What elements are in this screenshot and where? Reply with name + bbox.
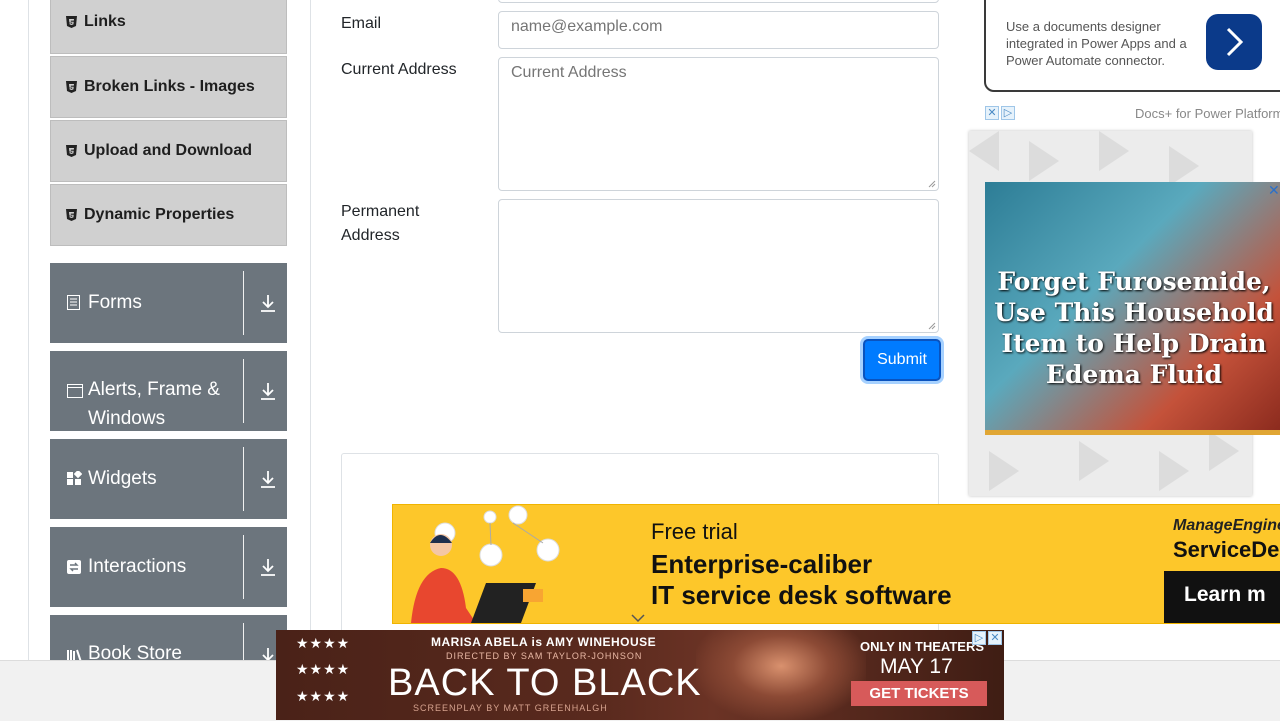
resize-grip-icon[interactable] [928, 180, 936, 188]
sidebar-group-book-store[interactable]: Book Store [50, 615, 287, 660]
sidebar-item-broken-links[interactable]: Broken Links - Images [50, 56, 287, 118]
person-laptop-illustration [411, 505, 560, 623]
learn-more-button[interactable]: Learn m [1164, 571, 1280, 623]
full-name-input-edge[interactable] [498, 0, 939, 3]
movie-only-in-theaters: ONLY IN THEATERS [860, 639, 985, 654]
current-address-textarea[interactable]: Current Address [498, 57, 939, 191]
sidebar-group-forms[interactable]: Forms [50, 263, 287, 343]
resize-grip-icon[interactable] [928, 322, 936, 330]
movie-director: DIRECTED BY SAM TAYLOR-JOHNSON [446, 651, 643, 661]
servicedesk-line3: IT service desk software [651, 580, 952, 610]
sidebar-group-widgets[interactable]: Widgets [50, 439, 287, 519]
bookstore-icon [67, 647, 82, 660]
group-label: Widgets [88, 468, 157, 489]
window-icon [67, 382, 83, 398]
edema-ad[interactable]: Forget Furosemide, Use This Household It… [985, 182, 1280, 435]
download-arrow-icon[interactable] [259, 469, 277, 489]
html5-icon [65, 16, 77, 28]
servicedesk-brand: ManageEngine [1173, 517, 1280, 534]
group-divider [243, 271, 244, 335]
edema-ad-headline: Forget Furosemide, Use This Household It… [994, 267, 1274, 389]
html5-icon [65, 209, 77, 221]
group-divider [243, 359, 244, 423]
group-divider [243, 535, 244, 599]
email-field[interactable]: name@example.com [498, 11, 939, 49]
sidebar-item-label: Broken Links - Images [84, 78, 255, 95]
group-label: Book Store [88, 643, 182, 660]
adchoices-icon[interactable]: ▷ [1001, 106, 1015, 120]
group-divider [243, 447, 244, 511]
document-icon [67, 294, 82, 310]
sidebar-item-upload-download[interactable]: Upload and Download [50, 120, 287, 182]
interactions-icon [67, 558, 82, 574]
chevron-down-icon[interactable] [630, 612, 646, 624]
close-icon[interactable]: ✕ [1268, 182, 1280, 199]
servicedesk-line2: Enterprise-caliber [651, 549, 873, 579]
sidebar-item-links[interactable]: Links [50, 0, 287, 54]
rating-stars: ★★★★ [296, 688, 351, 704]
movie-ad[interactable]: ★★★★ ★★★★ ★★★★ MARISA ABELA is AMY WINEH… [276, 630, 1004, 720]
sidebar-item-label: Upload and Download [84, 142, 252, 159]
email-placeholder: name@example.com [511, 18, 663, 35]
download-arrow-icon[interactable] [259, 381, 277, 401]
movie-cast: MARISA ABELA is AMY WINEHOUSE [431, 635, 657, 649]
sidebar-divider [310, 0, 311, 660]
group-label: Forms [88, 292, 142, 313]
ad-close-controls[interactable]: ▷ ✕ [972, 631, 1002, 646]
sidebar-item-label: Dynamic Properties [84, 206, 235, 223]
download-arrow-icon[interactable] [259, 646, 277, 660]
movie-portrait [696, 630, 866, 720]
left-border [28, 0, 29, 660]
sidebar-group-alerts[interactable]: Alerts, Frame & Windows [50, 351, 287, 431]
sidebar-item-dynamic-properties[interactable]: Dynamic Properties [50, 184, 287, 246]
get-tickets-button[interactable]: GET TICKETS [851, 681, 987, 706]
group-label: Interactions [88, 556, 187, 577]
docs-ad-text: Use a documents designer integrated in P… [1006, 19, 1187, 68]
movie-release-date: MAY 17 [880, 655, 953, 678]
email-label: Email [341, 15, 382, 32]
submit-button[interactable]: Submit [863, 339, 941, 381]
servicedesk-line1: Free trial [651, 519, 738, 544]
adchoices-icon[interactable]: ▷ [972, 631, 986, 645]
servicedesk-product: ServiceDe [1173, 537, 1280, 562]
widgets-icon [67, 469, 83, 485]
chevron-right-icon[interactable] [1206, 14, 1262, 70]
download-arrow-icon[interactable] [259, 293, 277, 313]
group-label: Alerts, Frame & Windows [88, 379, 220, 429]
movie-title: BACK TO BLACK [388, 662, 702, 704]
html5-icon [65, 81, 77, 93]
sidebar-item-label: Links [84, 13, 126, 30]
html5-icon [65, 145, 77, 157]
rating-stars: ★★★★ [296, 635, 351, 651]
movie-screenplay: SCREENPLAY BY MATT GREENHALGH [413, 703, 608, 713]
docs-ad-source[interactable]: Docs+ for Power Platform [1135, 106, 1280, 121]
servicedesk-ad[interactable]: Free trial Enterprise-caliber IT service… [392, 504, 1280, 624]
permanent-address-label: Permanent Address [341, 203, 420, 244]
sidebar-group-interactions[interactable]: Interactions [50, 527, 287, 607]
download-arrow-icon[interactable] [259, 557, 277, 577]
ad-close-icon[interactable]: ✕ [985, 106, 999, 120]
permanent-address-textarea[interactable] [498, 199, 939, 333]
current-address-placeholder: Current Address [511, 64, 627, 81]
rating-stars: ★★★★ [296, 661, 351, 677]
docs-ad-card[interactable]: Use a documents designer integrated in P… [984, 0, 1280, 92]
group-divider [243, 623, 244, 660]
close-icon[interactable]: ✕ [988, 631, 1002, 645]
current-address-label: Current Address [341, 61, 457, 78]
